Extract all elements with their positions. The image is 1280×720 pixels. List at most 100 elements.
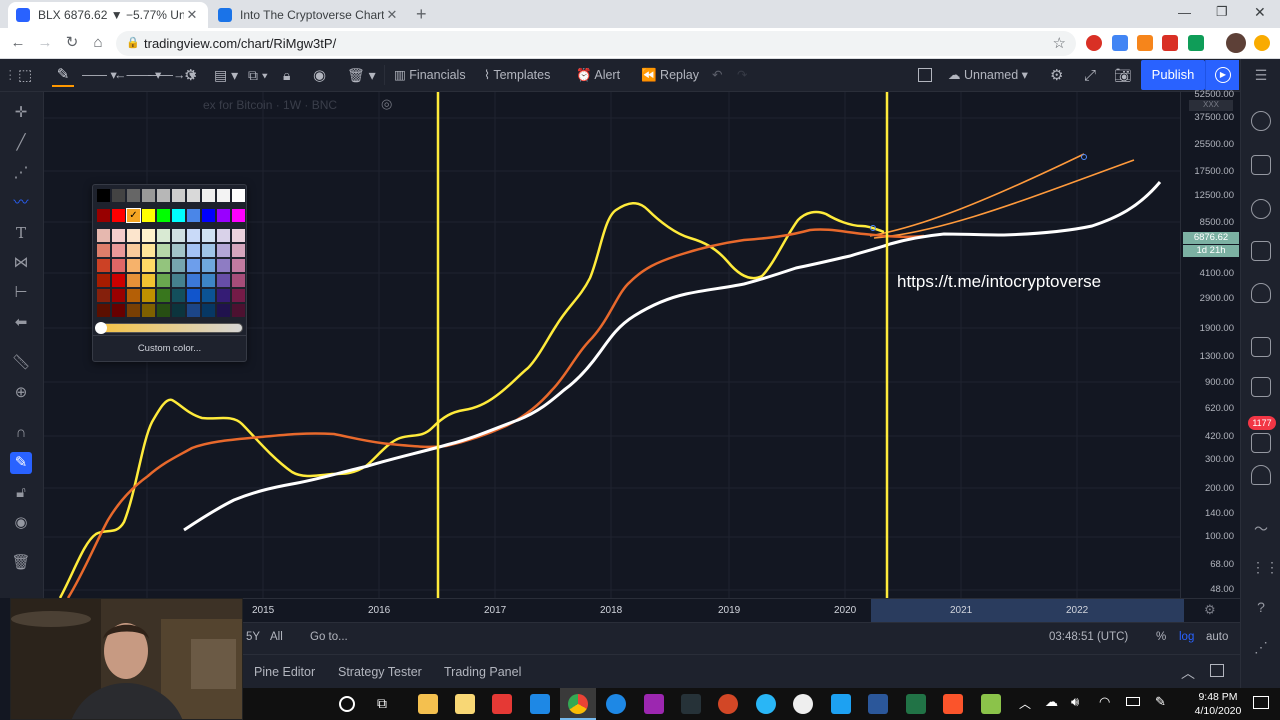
color-swatch[interactable]: [127, 229, 140, 242]
drag-handle-icon[interactable]: ⋮: [4, 59, 17, 92]
reload-icon[interactable]: ↻: [62, 33, 82, 53]
metamask-icon[interactable]: [1137, 35, 1153, 51]
visual-order-icon[interactable]: ▤ ▾: [214, 59, 238, 92]
color-swatch[interactable]: [202, 244, 215, 257]
color-swatch[interactable]: [172, 229, 185, 242]
color-swatch[interactable]: [97, 209, 110, 222]
templates-button[interactable]: ⌇ Templates: [484, 59, 550, 92]
tab-trading-panel[interactable]: Trading Panel: [444, 665, 521, 679]
chart-settings-gear-icon[interactable]: ⚙: [1050, 59, 1063, 92]
color-swatch[interactable]: [112, 304, 125, 317]
profile-avatar[interactable]: [1226, 33, 1246, 53]
visibility-eye-icon[interactable]: ◉: [313, 59, 326, 92]
battery-icon[interactable]: [1126, 697, 1140, 706]
color-swatch[interactable]: [127, 259, 140, 272]
ruler-icon[interactable]: 📏︎: [10, 352, 32, 374]
color-swatch[interactable]: [217, 274, 230, 287]
fib-tool-icon[interactable]: ⋰: [10, 162, 32, 184]
taskbar-date[interactable]: 4/10/2020: [1191, 705, 1245, 717]
task-view-icon[interactable]: ⧉: [377, 695, 387, 712]
color-swatch[interactable]: [112, 289, 125, 302]
update-menu-icon[interactable]: [1254, 35, 1270, 51]
color-swatch[interactable]: [97, 259, 110, 272]
settings-gear-icon[interactable]: ⚙: [184, 59, 197, 92]
color-swatch[interactable]: [187, 209, 200, 222]
color-swatch[interactable]: [157, 229, 170, 242]
color-swatch[interactable]: [217, 289, 230, 302]
color-swatch[interactable]: [142, 289, 155, 302]
twitter-icon[interactable]: [831, 694, 851, 714]
tab-pine-editor[interactable]: Pine Editor: [254, 665, 315, 679]
streams-icon[interactable]: [1251, 377, 1271, 397]
minimize-icon[interactable]: —: [1178, 5, 1191, 20]
color-swatch[interactable]: [97, 274, 110, 287]
color-swatch[interactable]: [142, 209, 155, 222]
trend-line-icon[interactable]: ╱: [10, 132, 32, 154]
color-swatch[interactable]: [232, 259, 245, 272]
opacity-slider-handle[interactable]: [95, 322, 107, 334]
color-swatch[interactable]: [157, 289, 170, 302]
new-tab-button[interactable]: +: [416, 4, 434, 24]
extension-icon[interactable]: [1112, 35, 1128, 51]
color-swatch[interactable]: [232, 244, 245, 257]
app-icon[interactable]: [793, 694, 813, 714]
extension-icon[interactable]: [1188, 35, 1204, 51]
color-swatch[interactable]: [202, 229, 215, 242]
financials-button[interactable]: ▥ Financials: [394, 59, 466, 92]
watchlist-icon[interactable]: [1251, 155, 1271, 175]
app-icon[interactable]: [681, 694, 701, 714]
brush-icon[interactable]: 〰: [10, 192, 32, 214]
color-swatch[interactable]: [112, 229, 125, 242]
color-swatch[interactable]: [157, 189, 170, 202]
layout-grid-icon[interactable]: ⋮⋮: [1251, 559, 1279, 579]
stay-drawing-mode-icon[interactable]: ✎: [10, 452, 32, 474]
taskbar-time[interactable]: 9:48 PM: [1193, 691, 1243, 703]
pattern-tool-icon[interactable]: ⋈: [10, 252, 32, 274]
color-swatch[interactable]: [202, 189, 215, 202]
wifi-icon[interactable]: ◠: [1099, 694, 1110, 710]
custom-color-button[interactable]: Custom color...: [93, 335, 246, 361]
layout-name-dropdown[interactable]: ☁ Unnamed ▾: [948, 59, 1028, 92]
fullscreen-icon[interactable]: ⤢: [1084, 59, 1096, 92]
publish-menu-button[interactable]: ▶: [1205, 60, 1239, 90]
close-window-icon[interactable]: ✕: [1254, 4, 1266, 21]
word-icon[interactable]: [868, 694, 888, 714]
color-swatch[interactable]: [202, 259, 215, 272]
tray-chevron-up-icon[interactable]: ︿: [1019, 695, 1031, 712]
color-swatch[interactable]: [112, 274, 125, 287]
color-swatch[interactable]: [232, 209, 245, 222]
color-swatch[interactable]: [157, 244, 170, 257]
color-swatch[interactable]: [172, 244, 185, 257]
color-swatch[interactable]: [97, 244, 110, 257]
edge-icon[interactable]: [606, 694, 626, 714]
menu-icon[interactable]: ☰: [1251, 67, 1271, 85]
color-swatch[interactable]: [142, 189, 155, 202]
color-swatch[interactable]: [232, 304, 245, 317]
snapshot-camera-icon[interactable]: 📷︎: [1114, 59, 1132, 92]
color-swatch[interactable]: [112, 209, 125, 222]
auto-scale-toggle[interactable]: auto: [1206, 631, 1228, 643]
line-style-dropdown[interactable]: —— ▾: [82, 59, 117, 92]
axis-settings-gear-icon[interactable]: ⚙: [1204, 602, 1216, 618]
forward-icon[interactable]: →: [35, 33, 55, 53]
color-swatch[interactable]: [142, 259, 155, 272]
color-swatch[interactable]: [127, 244, 140, 257]
cursor-tool-icon[interactable]: ⬚: [18, 59, 32, 92]
color-swatch[interactable]: [97, 189, 110, 202]
trash-icon[interactable]: 🗑︎ ▾: [347, 59, 376, 92]
color-swatch[interactable]: [217, 209, 230, 222]
tab-strategy-tester[interactable]: Strategy Tester: [338, 665, 422, 679]
color-swatch[interactable]: [142, 244, 155, 257]
color-swatch[interactable]: [127, 189, 140, 202]
color-swatch[interactable]: [97, 289, 110, 302]
bookmark-star-icon[interactable]: ☆: [1053, 34, 1066, 52]
color-swatch[interactable]: [157, 209, 170, 222]
crosshair-icon[interactable]: ✛: [10, 102, 32, 124]
text-tool-icon[interactable]: T: [10, 222, 32, 244]
color-swatch[interactable]: [112, 244, 125, 257]
close-tab-icon[interactable]: ✕: [184, 7, 200, 23]
color-swatch[interactable]: [187, 289, 200, 302]
opacity-slider[interactable]: [95, 322, 243, 334]
chrome-taskbar-button[interactable]: [560, 688, 596, 720]
action-center-icon[interactable]: [1253, 696, 1269, 709]
